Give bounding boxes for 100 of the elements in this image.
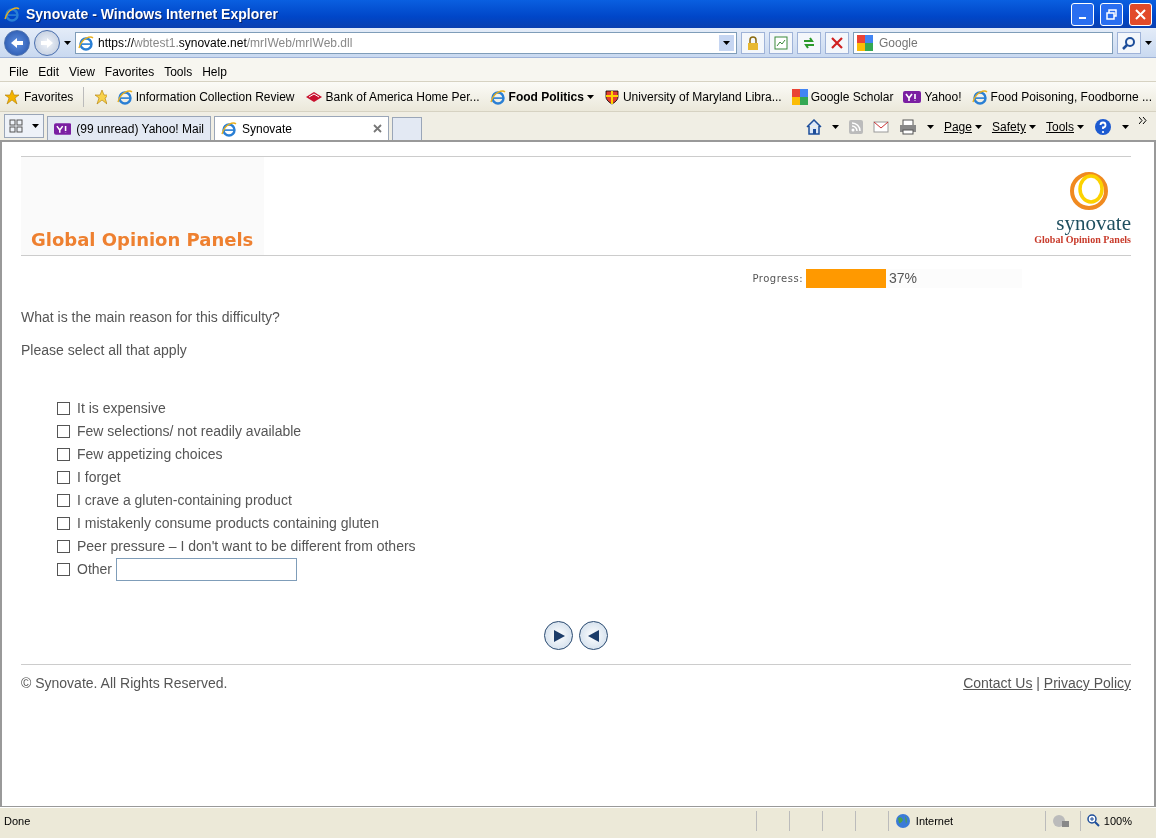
refresh-icon [802,35,816,50]
search-icon [1122,35,1136,50]
dropdown-button[interactable] [719,34,734,51]
close-tab-icon[interactable] [373,124,382,133]
checkbox[interactable] [57,516,70,530]
progress-label: Progress: [752,273,803,284]
x-icon [831,36,843,49]
favorites-button[interactable]: Favorites [4,88,74,105]
address-field[interactable]: https://wbtest1.synovate.net/mrIWeb/mrIWeb.dll [75,31,737,54]
caret-icon[interactable] [31,124,39,128]
magnifier-icon [1086,814,1100,827]
checkbox[interactable] [57,562,70,576]
caret-icon[interactable] [1122,125,1129,129]
question-text: What is the main reason for this difficulty? [21,309,281,325]
grid-icon [9,119,24,133]
logo-wordmark: synovate [1056,213,1131,234]
menu-item[interactable]: Tools [159,64,198,79]
padlock-icon [747,35,759,50]
favorite-link[interactable]: University of Maryland Libra... [603,88,782,105]
footer-link[interactable]: Contact Us [963,675,1033,691]
e-logo-icon [116,88,133,105]
lock-button[interactable] [741,31,765,54]
option-label[interactable]: I forget [77,469,121,485]
caret-icon [1029,125,1036,129]
caret-icon[interactable] [64,40,71,45]
favorite-link[interactable]: Google Scholar [791,88,894,105]
minimize-icon [1079,17,1086,19]
progress-reading: 37% [888,270,917,286]
browser-tab[interactable]: (99 unread) Yahoo! Mail [47,116,211,140]
home-icon[interactable] [805,119,822,135]
status-text: Done [4,814,32,827]
stop-button[interactable] [825,31,849,54]
e-logo-icon [78,34,94,51]
star-icon [4,88,20,105]
close-icon [1135,8,1146,20]
caret-icon [1077,125,1084,129]
checkbox[interactable] [57,401,70,415]
printer-icon[interactable] [898,119,917,135]
favorite-link[interactable]: Bank of America Home Per... [304,89,480,104]
menu-item[interactable]: Edit [33,64,65,79]
flag-icon [304,90,323,103]
link-separator: | [1036,675,1040,691]
checkbox[interactable] [57,424,70,438]
close-button[interactable] [1129,2,1152,26]
brand-title: Global Opinion Panels [21,157,264,255]
zoom-button[interactable]: 100% [1079,810,1152,831]
command-menu[interactable]: Page [943,120,982,134]
footer-link[interactable]: Privacy Policy [1043,675,1131,691]
option-label[interactable]: I mistakenly consume products containing gluten [77,515,379,531]
help-icon[interactable] [1094,118,1112,136]
menu-item[interactable]: Help [197,64,232,79]
caret-icon [723,40,730,45]
favorite-link[interactable]: Food Politics [489,88,594,105]
menu-item[interactable]: Favorites [99,64,160,79]
favorite-link[interactable]: Yahoo! [903,89,962,104]
protected-mode-icon[interactable] [1051,813,1070,828]
command-menu[interactable]: Tools [1046,120,1084,134]
minimize-button[interactable] [1071,2,1094,26]
checkbox[interactable] [57,493,70,507]
mail-icon[interactable] [872,121,889,133]
caret-icon[interactable] [831,125,839,129]
caret-icon[interactable] [926,125,934,129]
logo-tagline: Global Opinion Panels [1034,234,1131,245]
checkbox[interactable] [57,470,70,484]
favorite-link[interactable]: Information Collection Review [116,88,295,105]
refresh-button[interactable] [797,31,821,54]
caret-icon [974,125,982,129]
favorite-link[interactable]: Food Poisoning, Foodborne ... [971,88,1152,105]
security-zone: Internet [915,814,954,827]
back-button[interactable] [4,29,30,56]
chevron-icon[interactable] [1139,117,1148,124]
next-button[interactable] [544,621,573,650]
previous-button[interactable] [579,621,608,650]
four-squares-icon [791,88,808,105]
option-label[interactable]: It is expensive [77,400,166,416]
right-triangle-icon [551,628,566,643]
checkbox[interactable] [57,447,70,461]
browser-tab[interactable]: Synovate [214,116,389,140]
chart-page-icon [774,35,788,50]
menu-item[interactable]: View [64,64,100,79]
caret-icon[interactable] [1145,40,1152,45]
globe-icon [894,812,911,829]
option-label[interactable]: Few appetizing choices [77,446,223,462]
checkbox[interactable] [57,539,70,553]
caret-icon [586,94,594,99]
search-input-field[interactable]: Google [877,34,1109,51]
arrow-right-icon [40,36,54,49]
option-label[interactable]: Few selections/ not readily available [77,423,302,439]
search-button[interactable] [1117,31,1141,54]
forward-button[interactable] [34,29,60,56]
option-label[interactable]: Other [77,561,112,577]
command-menu[interactable]: Safety [991,120,1036,134]
other-input-field[interactable] [116,557,297,581]
search-field[interactable]: Google [853,31,1113,54]
restore-button[interactable] [1100,2,1123,26]
option-label[interactable]: Peer pressure – I don't want to be different from others [77,538,416,554]
option-label[interactable]: I crave a gluten-containing product [77,492,292,508]
menu-item[interactable]: File [4,64,34,79]
y-logo-icon [903,90,922,103]
quick-tabs-button[interactable] [4,114,44,138]
